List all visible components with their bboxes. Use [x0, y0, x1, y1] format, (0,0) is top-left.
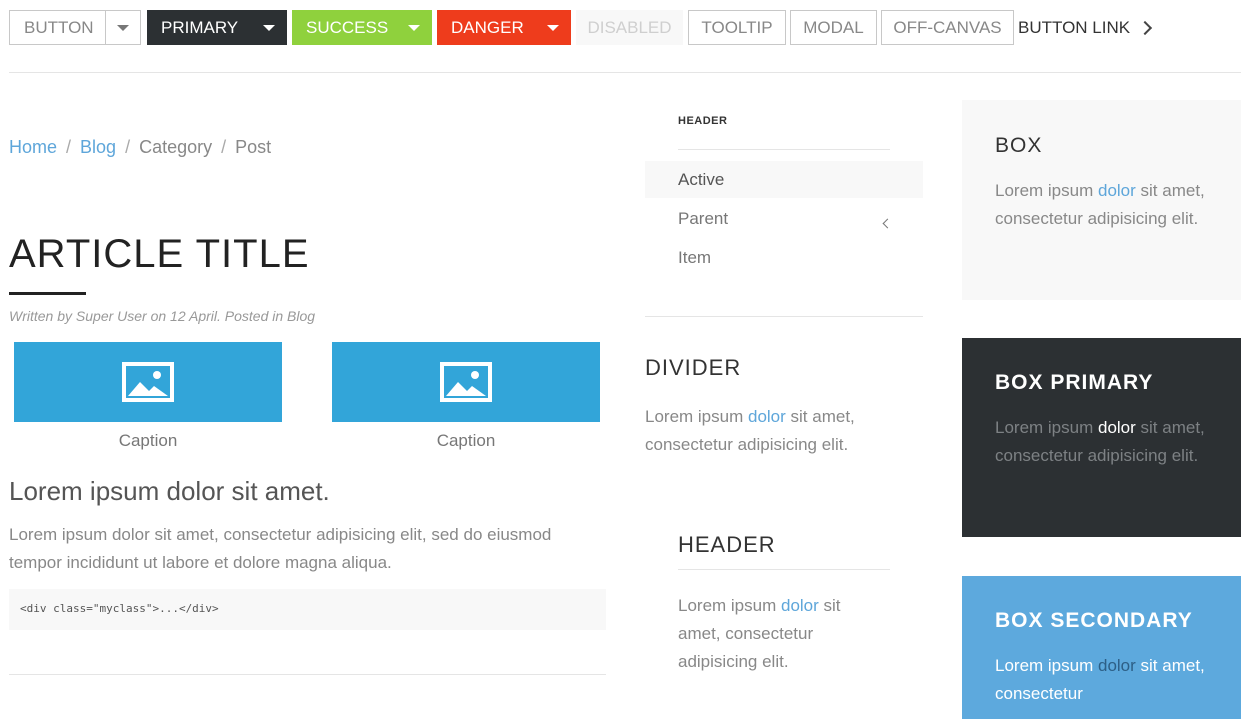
caret-down-icon	[117, 24, 129, 31]
primary-button[interactable]: PRIMARY	[147, 10, 251, 45]
image-placeholder	[14, 342, 282, 422]
disabled-button: DISABLED	[576, 10, 683, 45]
header-panel-title: HEADER	[678, 532, 776, 557]
danger-dropdown-toggle[interactable]	[535, 10, 571, 45]
divider-panel-title: DIVIDER	[645, 355, 742, 380]
danger-button-label: DANGER	[451, 17, 524, 37]
breadcrumb-blog[interactable]: Blog	[80, 137, 116, 157]
success-dropdown-toggle[interactable]	[396, 10, 432, 45]
breadcrumb-category: Category	[139, 137, 213, 157]
nav-header-divider	[678, 149, 890, 150]
breadcrumb-home[interactable]: Home	[9, 137, 57, 157]
box-text: Lorem ipsum dolor sit amet, consectetur …	[995, 177, 1208, 233]
box-text-segment: Lorem ipsum	[995, 418, 1098, 437]
primary-button-group: PRIMARY	[147, 10, 287, 45]
divider-panel-text: Lorem ipsum dolor sit amet, consectetur …	[645, 403, 885, 459]
header-panel-text: Lorem ipsum dolor sit amet, consectetur …	[678, 592, 878, 676]
primary-dropdown-toggle[interactable]	[251, 10, 287, 45]
article-title: ARTICLE TITLE	[9, 232, 310, 276]
default-button[interactable]: BUTTON	[9, 10, 106, 45]
article-divider	[9, 674, 606, 675]
nav-divider	[645, 316, 923, 317]
tooltip-button-label: TOOLTIP	[701, 17, 773, 37]
box-title: BOX SECONDARY	[995, 609, 1193, 632]
primary-button-label: PRIMARY	[161, 17, 239, 37]
header-panel-divider	[678, 569, 890, 570]
caret-down-icon	[547, 24, 559, 31]
box-default: BOX Lorem ipsum dolor sit amet, consecte…	[962, 100, 1241, 300]
chevron-left-icon	[882, 218, 893, 229]
panel-text-segment: Lorem ipsum	[678, 596, 781, 615]
nav-item-item[interactable]: Item	[678, 248, 711, 268]
chevron-right-icon	[1138, 20, 1153, 35]
success-button[interactable]: SUCCESS	[292, 10, 396, 45]
image-caption: Caption	[436, 431, 496, 450]
breadcrumb-current: Post	[235, 137, 272, 157]
caret-down-icon	[263, 24, 275, 31]
panel-link[interactable]: dolor	[781, 596, 819, 615]
success-button-label: SUCCESS	[306, 17, 389, 37]
button-link-label: BUTTON LINK	[1018, 17, 1131, 37]
breadcrumb-separator: /	[125, 137, 131, 157]
box-link[interactable]: dolor	[1098, 181, 1136, 200]
title-underline	[9, 292, 86, 295]
box-title: BOX	[995, 134, 1043, 157]
toolbar-divider	[9, 72, 1241, 73]
box-text: Lorem ipsum dolor sit amet, consectetur	[995, 652, 1208, 708]
box-link[interactable]: dolor	[1098, 656, 1136, 675]
breadcrumb-separator: /	[66, 137, 72, 157]
box-link[interactable]: dolor	[1098, 418, 1136, 437]
danger-button-group: DANGER	[437, 10, 571, 45]
panel-link[interactable]: dolor	[748, 407, 786, 426]
modal-button[interactable]: MODAL	[790, 10, 877, 45]
code-block: <div class="myclass">...</div>	[9, 589, 606, 630]
tooltip-button[interactable]: TOOLTIP	[688, 10, 786, 45]
nav-item-active[interactable]: Active	[678, 170, 724, 190]
breadcrumb: Home / Blog / Category / Post	[9, 137, 271, 158]
image-icon	[440, 362, 492, 402]
box-text: Lorem ipsum dolor sit amet, consectetur …	[995, 414, 1208, 470]
offcanvas-button[interactable]: OFF-CANVAS	[881, 10, 1014, 45]
box-secondary: BOX SECONDARY Lorem ipsum dolor sit amet…	[962, 576, 1241, 719]
breadcrumb-separator: /	[221, 137, 227, 157]
panel-text-segment: Lorem ipsum	[645, 407, 748, 426]
disabled-button-label: DISABLED	[587, 17, 672, 37]
image-placeholder	[332, 342, 600, 422]
button-link[interactable]: BUTTON LINK	[1018, 10, 1153, 45]
article-body: Lorem ipsum dolor sit amet, consectetur …	[9, 525, 552, 572]
box-text-segment: Lorem ipsum	[995, 181, 1098, 200]
box-primary: BOX PRIMARY Lorem ipsum dolor sit amet, …	[962, 338, 1241, 537]
image-caption: Caption	[118, 431, 178, 450]
danger-button[interactable]: DANGER	[437, 10, 535, 45]
default-dropdown-toggle[interactable]	[105, 10, 141, 45]
nav-item-parent[interactable]: Parent	[678, 209, 728, 229]
caret-down-icon	[408, 24, 420, 31]
box-title: BOX PRIMARY	[995, 371, 1154, 394]
image-icon	[122, 362, 174, 402]
success-button-group: SUCCESS	[292, 10, 432, 45]
article-meta: Written by Super User on 12 April. Poste…	[9, 308, 316, 324]
nav-header: HEADER	[678, 115, 728, 127]
article-lead: Lorem ipsum dolor sit amet.	[9, 476, 330, 506]
offcanvas-button-label: OFF-CANVAS	[893, 17, 1002, 37]
nav-parent-toggle[interactable]	[882, 214, 893, 232]
modal-button-label: MODAL	[803, 17, 864, 37]
default-button-label: BUTTON	[24, 17, 94, 37]
box-text-segment: Lorem ipsum	[995, 656, 1098, 675]
